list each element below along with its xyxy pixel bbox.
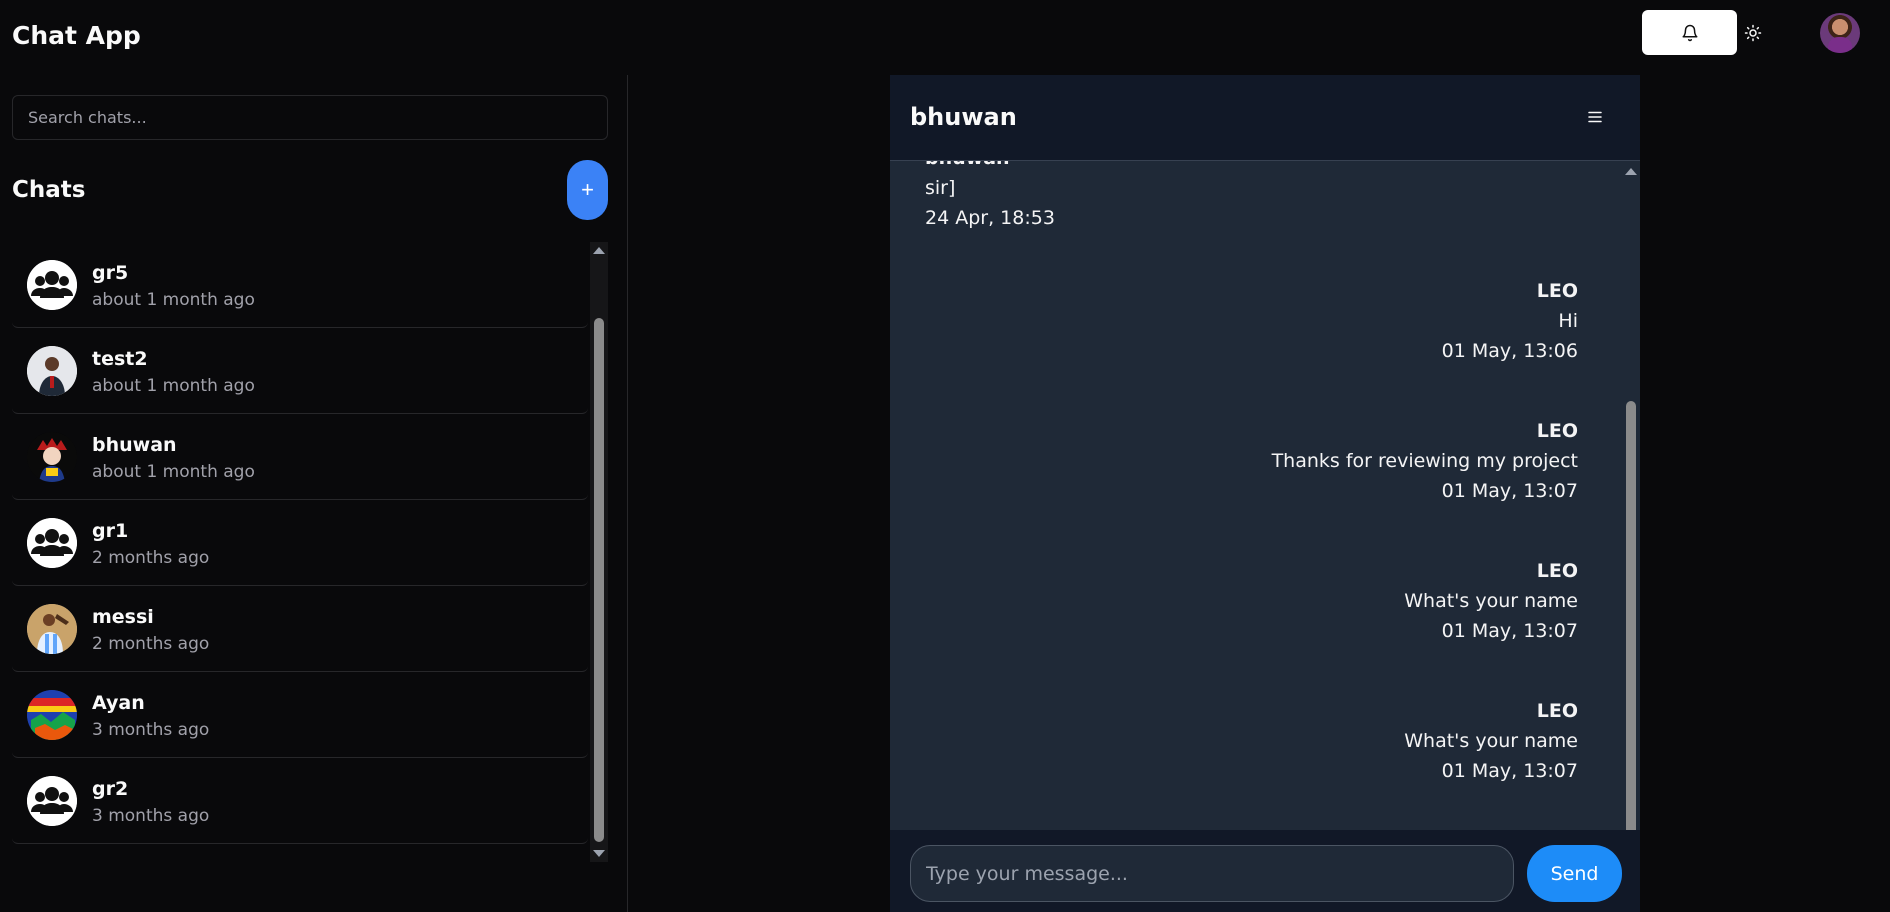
chat-name: gr1 — [92, 520, 129, 542]
contact-photo — [27, 432, 77, 482]
chat-name: Ayan — [92, 692, 145, 714]
list-item[interactable]: test2 about 1 month ago — [12, 328, 588, 414]
message-time: 01 May, 13:06 — [1441, 340, 1578, 362]
chat-name: test2 — [92, 348, 148, 370]
chat-name: bhuwan — [92, 434, 177, 456]
chat-header: bhuwan — [890, 75, 1640, 161]
scroll-thumb[interactable] — [594, 318, 604, 842]
chat-menu-button[interactable] — [1580, 103, 1610, 133]
app-title: Chat App — [12, 20, 141, 50]
contact-photo — [27, 604, 77, 654]
scroll-thumb[interactable] — [1626, 401, 1636, 831]
sidebar-divider — [627, 75, 628, 912]
chat-list: gr5 about 1 month ago test2 about 1 mont… — [12, 242, 588, 862]
message-text: sir] — [925, 177, 956, 199]
chat-time: 2 months ago — [92, 548, 210, 568]
chat-name: gr2 — [92, 778, 129, 800]
scroll-down-arrow-icon[interactable] — [593, 850, 605, 857]
message: LEO What's your name 01 May, 13:07 — [1404, 696, 1578, 786]
message-sender: LEO — [1536, 560, 1578, 582]
message-text: What's your name — [1404, 730, 1578, 752]
chats-heading: Chats — [12, 177, 86, 203]
message-time: 01 May, 13:07 — [1441, 760, 1578, 782]
chat-time: about 1 month ago — [92, 290, 255, 310]
search-input[interactable] — [12, 95, 608, 140]
message-sender: bhuwan — [925, 161, 1055, 173]
sun-icon — [1744, 24, 1761, 41]
list-item[interactable]: messi 2 months ago — [12, 586, 588, 672]
sidebar: Chats + gr5 about 1 month ago — [0, 70, 628, 912]
new-chat-button[interactable]: + — [567, 160, 608, 220]
message-text: What's your name — [1404, 590, 1578, 612]
message-sender: LEO — [1536, 700, 1578, 722]
chat-title: bhuwan — [910, 103, 1017, 131]
send-button[interactable]: Send — [1527, 845, 1622, 902]
message: bhuwan sir] 24 Apr, 18:53 — [925, 161, 1055, 233]
message-composer: Send — [890, 830, 1640, 912]
notifications-button[interactable] — [1642, 10, 1737, 55]
chat-panel: bhuwan bhuwan sir] 24 Apr, 18:53 LEO Hi … — [890, 75, 1640, 912]
message: LEO What's your name 01 May, 13:07 — [1404, 556, 1578, 646]
top-bar: Chat App — [0, 0, 1890, 70]
message-time: 24 Apr, 18:53 — [925, 207, 1055, 229]
chat-time: about 1 month ago — [92, 376, 255, 396]
list-item[interactable]: Ayan 3 months ago — [12, 672, 588, 758]
group-icon — [27, 260, 77, 310]
message-text: Thanks for reviewing my project — [1271, 450, 1578, 472]
user-avatar[interactable] — [1820, 13, 1860, 53]
contact-photo — [27, 346, 77, 396]
chat-time: 3 months ago — [92, 806, 210, 826]
scroll-up-arrow-icon[interactable] — [593, 247, 605, 254]
group-icon — [27, 518, 77, 568]
message: LEO Hi 01 May, 13:06 — [1442, 276, 1578, 366]
chat-name: gr5 — [92, 262, 129, 284]
list-item[interactable]: gr5 about 1 month ago — [12, 242, 588, 328]
message-list: bhuwan sir] 24 Apr, 18:53 LEO Hi 01 May,… — [890, 161, 1620, 831]
chat-time: 3 months ago — [92, 720, 210, 740]
list-item[interactable]: gr2 3 months ago — [12, 758, 588, 844]
list-item[interactable]: gr1 2 months ago — [12, 500, 588, 586]
group-icon — [27, 776, 77, 826]
message-time: 01 May, 13:07 — [1441, 480, 1578, 502]
chat-name: messi — [92, 606, 154, 628]
message-time: 01 May, 13:07 — [1441, 620, 1578, 642]
bell-icon — [1682, 24, 1697, 41]
chat-time: 2 months ago — [92, 634, 210, 654]
theme-toggle-button[interactable] — [1730, 10, 1775, 55]
chat-list-scrollbar[interactable] — [590, 242, 608, 862]
messages-scrollbar[interactable] — [1622, 161, 1640, 831]
message: LEO Thanks for reviewing my project 01 M… — [1272, 416, 1578, 506]
chat-time: about 1 month ago — [92, 462, 255, 482]
message-text: Hi — [1558, 310, 1578, 332]
message-sender: LEO — [1536, 420, 1578, 442]
message-sender: LEO — [1536, 280, 1578, 302]
menu-icon — [1588, 111, 1602, 122]
list-item[interactable]: bhuwan about 1 month ago — [12, 414, 588, 500]
scroll-up-arrow-icon[interactable] — [1625, 168, 1637, 175]
contact-photo — [27, 690, 77, 740]
message-input[interactable] — [910, 845, 1514, 902]
